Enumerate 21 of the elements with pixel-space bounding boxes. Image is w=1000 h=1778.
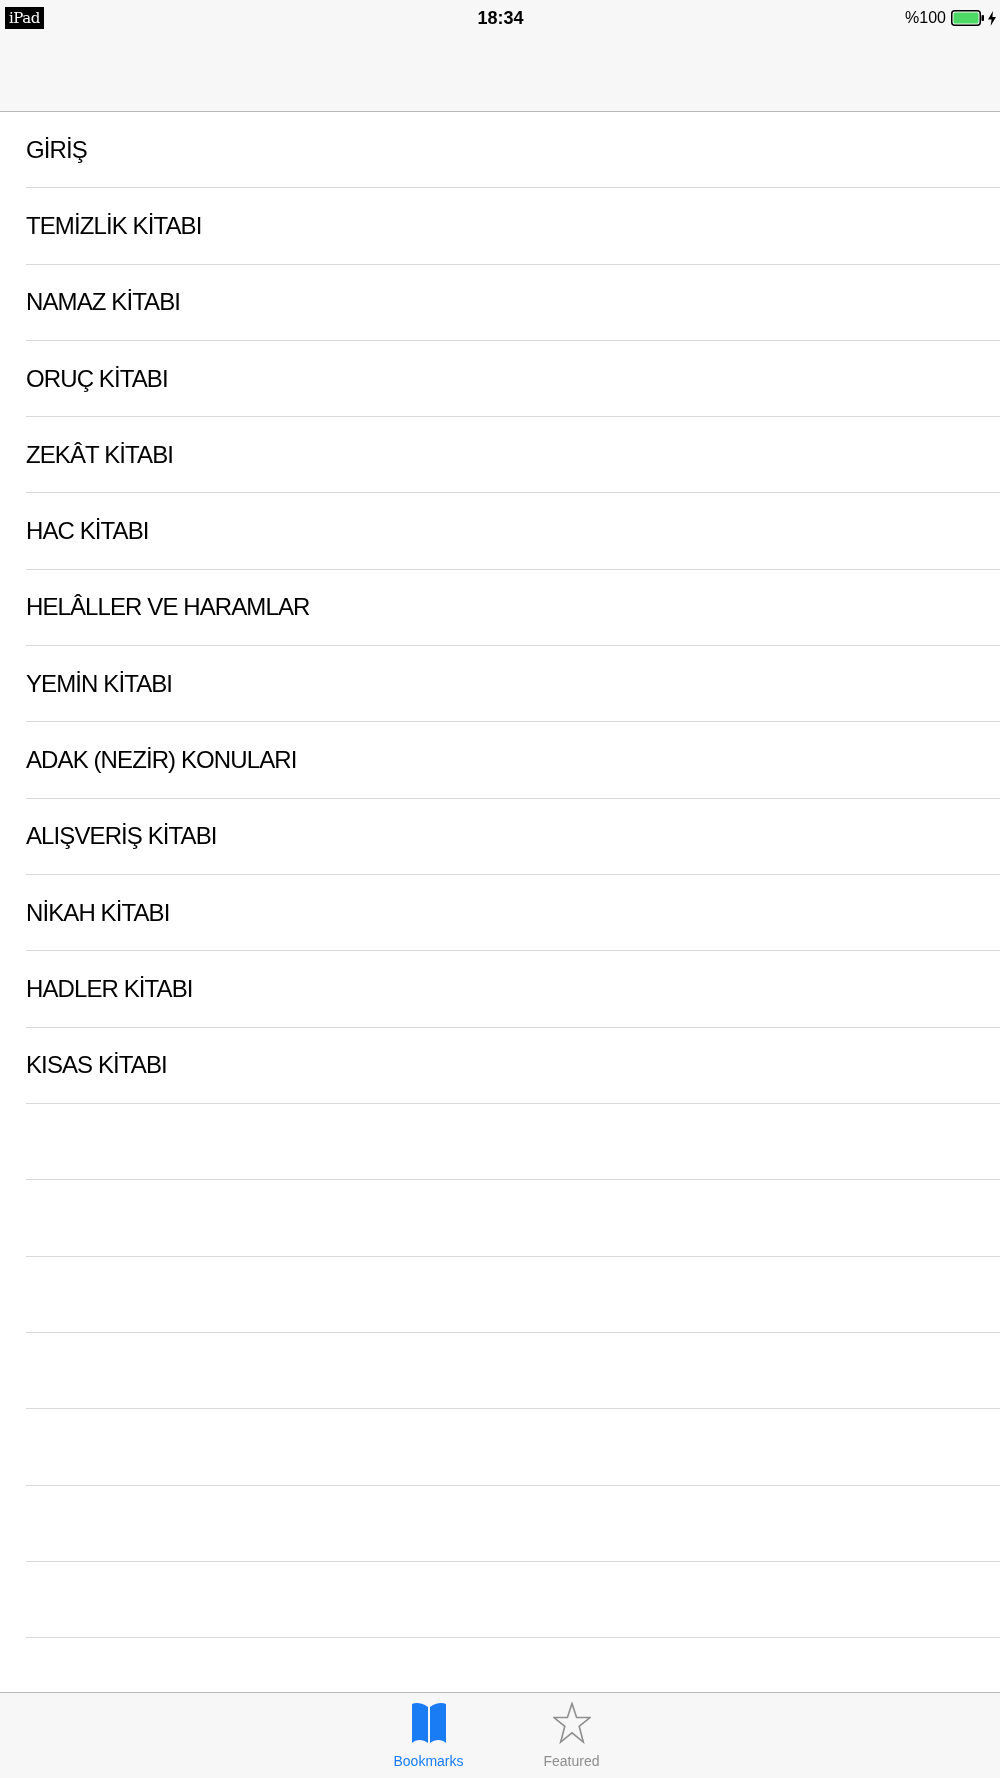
chapter-row[interactable]: GİRİŞ: [26, 112, 1000, 189]
chapter-row[interactable]: NİKAH KİTABI: [26, 874, 1000, 952]
chapter-row[interactable]: TEMİZLİK KİTABI: [26, 188, 1000, 265]
book-icon: [410, 1702, 447, 1744]
chapter-row[interactable]: HELÂLLER VE HARAMLAR: [26, 569, 1000, 647]
chapter-row[interactable]: NAMAZ KİTABI: [26, 264, 1000, 341]
device-label: iPad: [5, 7, 44, 29]
star-icon: [552, 1702, 591, 1744]
battery-percentage: %100: [905, 8, 946, 28]
chapter-row[interactable]: ALIŞVERİŞ KİTABI: [26, 798, 1000, 875]
tab-button[interactable]: Bookmarks: [357, 1693, 500, 1769]
chapter-row[interactable]: YEMİN KİTABI: [26, 646, 1000, 723]
chapter-row[interactable]: ADAK (NEZİR) KONULARI: [26, 722, 1000, 799]
charging-bolt-icon: [988, 10, 996, 26]
battery-icon: [951, 10, 984, 26]
status-time: 18:34: [477, 7, 524, 29]
chapter-row[interactable]: HADLER KİTABI: [26, 951, 1000, 1028]
chapter-row[interactable]: ZEKÂT KİTABI: [26, 417, 1000, 494]
chapter-row[interactable]: ORUÇ KİTABI: [26, 340, 1000, 418]
chapter-row[interactable]: KISAS KİTABI: [26, 1027, 1000, 1104]
chapter-row[interactable]: HAC KİTABI: [26, 493, 1000, 570]
